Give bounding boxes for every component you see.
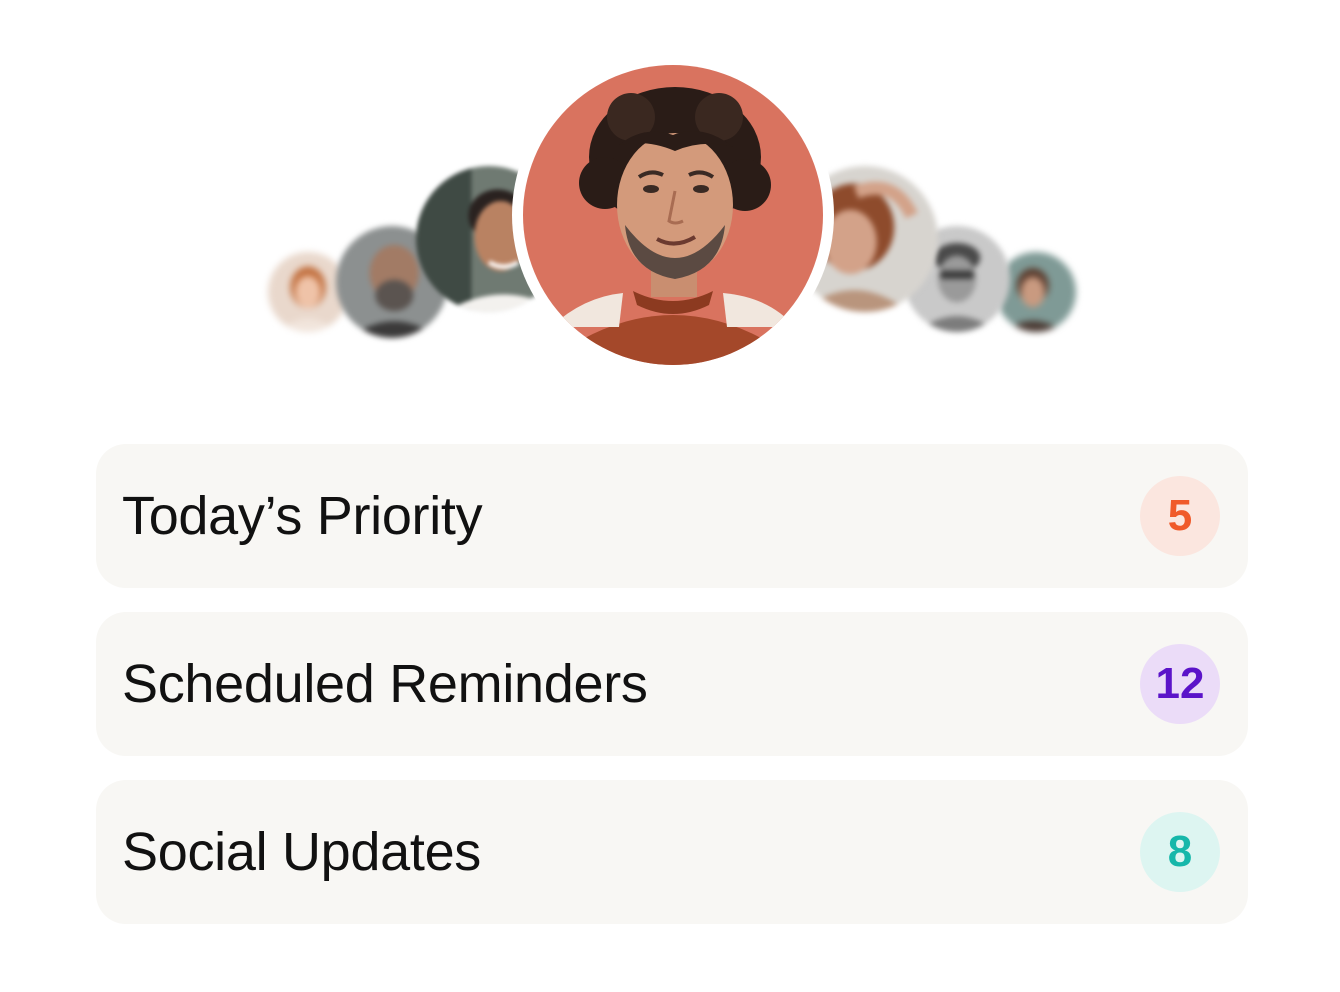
list-item-social-updates[interactable]: Social Updates 8 bbox=[96, 780, 1248, 924]
count-badge: 8 bbox=[1140, 812, 1220, 892]
featured-avatar[interactable] bbox=[512, 54, 834, 376]
list-item-scheduled-reminders[interactable]: Scheduled Reminders 12 bbox=[96, 612, 1248, 756]
list-item-label: Today’s Priority bbox=[122, 486, 483, 546]
list-item-label: Social Updates bbox=[122, 822, 482, 882]
person-photo-icon bbox=[523, 65, 823, 365]
count-badge: 12 bbox=[1140, 644, 1220, 724]
list-item-todays-priority[interactable]: Today’s Priority 5 bbox=[96, 444, 1248, 588]
notification-summary-widget: Today’s Priority 5 Scheduled Reminders 1… bbox=[0, 0, 1340, 992]
notification-category-list: Today’s Priority 5 Scheduled Reminders 1… bbox=[96, 444, 1248, 948]
avatar-cluster bbox=[0, 0, 1340, 400]
list-item-label: Scheduled Reminders bbox=[122, 654, 648, 714]
count-badge: 5 bbox=[1140, 476, 1220, 556]
